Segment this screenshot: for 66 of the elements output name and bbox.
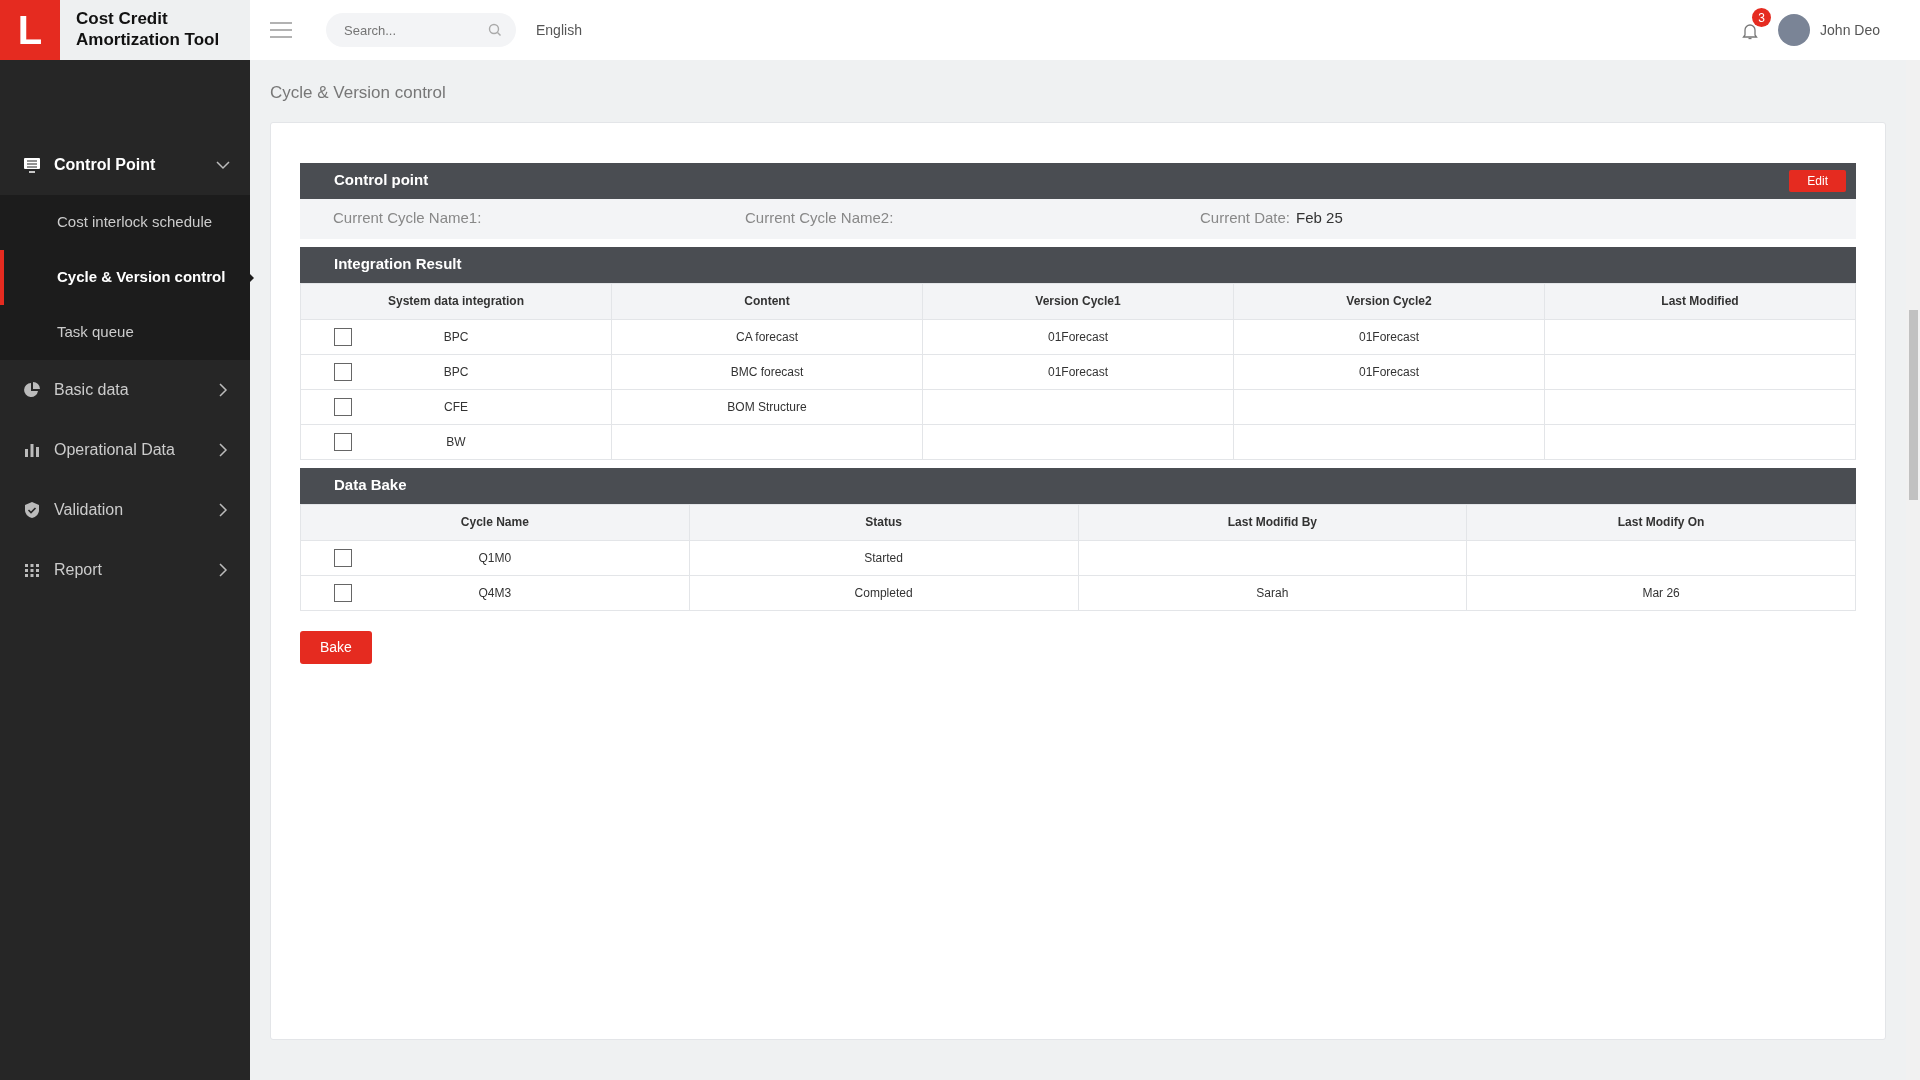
table-cell-text: CFE xyxy=(443,398,469,416)
checkbox[interactable] xyxy=(334,583,352,602)
pie-chart-icon xyxy=(22,380,42,400)
table-cell: 01Forecast xyxy=(1359,364,1419,379)
column-header: Version Cycle1 xyxy=(922,283,1234,319)
notification-badge: 3 xyxy=(1752,8,1772,27)
chevron-down-icon xyxy=(216,158,230,172)
logo: L xyxy=(0,0,60,60)
checkbox[interactable] xyxy=(334,362,352,381)
table-cell-text: Q1M0 xyxy=(477,549,513,567)
sidebar-subitem[interactable]: Cost interlock schedule xyxy=(0,195,250,250)
section-title: Data Bake xyxy=(334,475,407,496)
chevron-right-icon xyxy=(216,503,230,517)
column-header: System data integration xyxy=(300,283,612,319)
bake-button[interactable]: Bake xyxy=(300,630,372,664)
avatar[interactable] xyxy=(1778,14,1811,46)
sidebar-subitem[interactable]: Task queue xyxy=(0,305,250,360)
field-label: Current Cycle Name2: xyxy=(745,208,894,229)
checkbox[interactable] xyxy=(334,548,352,567)
field-value: Feb 25 xyxy=(1296,208,1343,229)
chevron-right-icon xyxy=(216,563,230,577)
checkbox[interactable] xyxy=(334,432,352,451)
sidebar-item[interactable]: Basic data xyxy=(0,360,250,420)
checkbox[interactable] xyxy=(334,327,352,346)
table-cell: Completed xyxy=(854,585,913,600)
field-label: Current Date: xyxy=(1200,208,1291,229)
user-name[interactable]: John Deo xyxy=(1820,19,1880,41)
table-cell: 01Forecast xyxy=(1048,364,1108,379)
language-selector[interactable]: English xyxy=(536,19,582,41)
column-header: Last Modified xyxy=(1544,283,1856,319)
column-header: Status xyxy=(689,504,1078,540)
shield-check-icon xyxy=(22,500,42,520)
sidebar-item[interactable]: Operational Data xyxy=(0,420,250,480)
table-cell: Sarah xyxy=(1256,585,1289,600)
section-title: Integration Result xyxy=(334,254,462,275)
field-label: Current Cycle Name1: xyxy=(333,208,482,229)
table-cell: Started xyxy=(864,550,903,565)
bell-icon[interactable] xyxy=(1742,21,1759,40)
table-cell: Mar 26 xyxy=(1642,585,1680,600)
chevron-right-icon xyxy=(216,383,230,397)
app-title: Cost Credit Amortization Tool xyxy=(75,8,221,51)
column-header: Version Cycle2 xyxy=(1233,283,1545,319)
table-cell: BOM Structure xyxy=(727,399,807,414)
chevron-right-icon xyxy=(216,443,230,457)
column-header: Last Modifid By xyxy=(1078,504,1467,540)
table-cell: 01Forecast xyxy=(1359,329,1419,344)
table-cell-text: Q4M3 xyxy=(477,584,513,602)
table-cell: 01Forecast xyxy=(1048,329,1108,344)
table-cell: CA forecast xyxy=(736,329,798,344)
sidebar-item[interactable]: Validation xyxy=(0,480,250,540)
edit-button[interactable]: Edit xyxy=(1789,169,1846,192)
section-title: Control point xyxy=(334,170,429,191)
column-header: Last Modify On xyxy=(1466,504,1856,540)
table-cell-text: BW xyxy=(445,433,467,451)
monitor-icon xyxy=(22,155,42,175)
search-field[interactable]: Search... xyxy=(326,13,516,47)
table-cell-text: BPC xyxy=(442,363,470,381)
column-header: Content xyxy=(611,283,923,319)
checkbox[interactable] xyxy=(334,397,352,416)
page-title: Cycle & Version control xyxy=(270,82,447,104)
sidebar-item[interactable]: Report xyxy=(0,540,250,600)
table-cell-text: BPC xyxy=(442,328,470,346)
sidebar-item[interactable]: Control Point xyxy=(0,135,250,195)
search-icon xyxy=(488,23,502,37)
column-header: Cycle Name xyxy=(300,504,690,540)
table-cell: BMC forecast xyxy=(730,364,804,379)
